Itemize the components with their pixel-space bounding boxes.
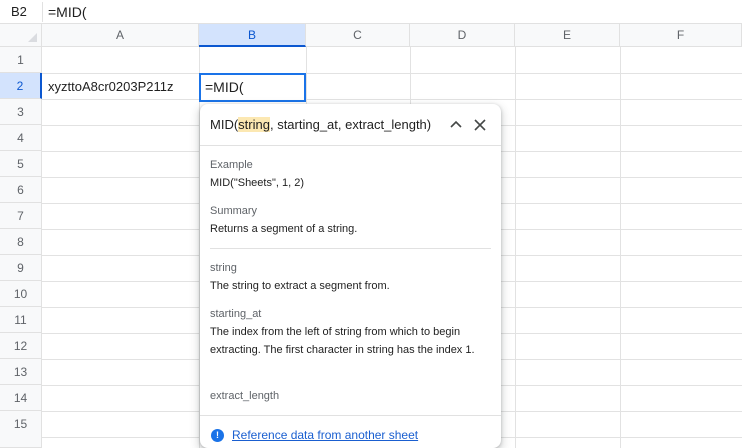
active-cell-b2-editor[interactable]: =MID( (199, 73, 306, 102)
reference-data-link[interactable]: Reference data from another sheet (232, 428, 418, 442)
cell-a2[interactable]: xyzttoA8cr0203P211z (48, 74, 174, 100)
arg-name-string: string (210, 262, 237, 274)
close-icon[interactable] (471, 116, 489, 134)
row-header-11[interactable]: 11 (0, 307, 42, 333)
row-header-4[interactable]: 4 (0, 125, 42, 151)
grid-line (620, 47, 621, 448)
formula-bar-divider (42, 2, 43, 22)
row-header-10[interactable]: 10 (0, 281, 42, 307)
row-header-1[interactable]: 1 (0, 47, 42, 73)
row-header-8[interactable]: 8 (0, 229, 42, 255)
formula-bar: B2 =MID( (0, 0, 742, 24)
arg-name-starting-at: starting_at (210, 308, 262, 320)
function-name: MID( (210, 117, 239, 132)
column-header-d[interactable]: D (410, 24, 515, 47)
row-header-9[interactable]: 9 (0, 255, 42, 281)
row-header-14[interactable]: 14 (0, 385, 42, 411)
arg-description-string: The string to extract a segment from. (210, 280, 390, 292)
column-header-c[interactable]: C (306, 24, 410, 47)
row-header-5[interactable]: 5 (0, 151, 42, 177)
function-help-popup: MID(string, starting_at, extract_length)… (200, 104, 501, 448)
chevron-up-icon[interactable] (447, 116, 465, 134)
function-remaining-args: , starting_at, extract_length) (269, 117, 432, 132)
function-signature: MID(string, starting_at, extract_length) (210, 117, 431, 132)
summary-label: Summary (210, 205, 258, 217)
row-header-6[interactable]: 6 (0, 177, 42, 203)
popup-divider (210, 248, 491, 249)
name-box[interactable]: B2 (0, 0, 42, 24)
column-header-f[interactable]: F (620, 24, 742, 47)
example-label: Example (210, 159, 253, 171)
row-header-2[interactable]: 2 (0, 73, 42, 99)
function-help-header: MID(string, starting_at, extract_length) (200, 104, 501, 146)
corner-triangle-icon (28, 33, 37, 42)
popup-footer: ! Reference data from another sheet (200, 415, 501, 448)
column-header-b[interactable]: B (199, 24, 306, 47)
formula-input[interactable]: =MID( (48, 0, 87, 24)
info-icon: ! (211, 429, 224, 442)
column-header-e[interactable]: E (515, 24, 620, 47)
row-header-13[interactable]: 13 (0, 359, 42, 385)
row-header-7[interactable]: 7 (0, 203, 42, 229)
example-value: MID("Sheets", 1, 2) (210, 177, 305, 189)
grid-line (515, 47, 516, 448)
column-header-a[interactable]: A (42, 24, 199, 47)
row-header-15[interactable]: 15 (0, 411, 42, 448)
select-all-corner[interactable] (0, 24, 42, 47)
row-header-3[interactable]: 3 (0, 99, 42, 125)
arg-name-extract-length: extract_length (210, 390, 280, 402)
summary-value: Returns a segment of a string. (210, 223, 358, 235)
row-header-12[interactable]: 12 (0, 333, 42, 359)
arg-description-starting-at: The index from the left of string from w… (210, 326, 475, 356)
current-argument-highlight: string (238, 117, 270, 132)
